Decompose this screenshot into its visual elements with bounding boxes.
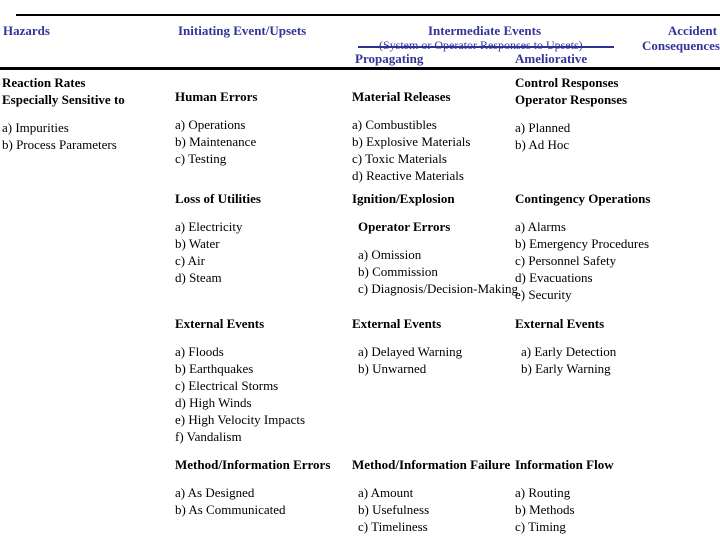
list-item: b) As Communicated [175,502,286,517]
list-item: b) Ad Hoc [515,137,570,152]
list-item: b) Early Warning [521,361,611,376]
column-header-hazards: Hazards [3,23,50,38]
block-subtitle: Operator Errors [358,219,451,234]
list-item: a) Routing [515,485,571,500]
block-title: Control Responses [515,75,619,90]
block-title: Material Releases [352,89,451,104]
column-propagating-block-1: Material Releases a) Combustibles b) Exp… [352,88,470,184]
header-top-rule [16,14,720,16]
column-initiating-events-block-4: Method/Information Errors a) As Designed… [175,456,330,518]
list-item: e) High Velocity Impacts [175,412,306,427]
block-title: Contingency Operations [515,191,651,206]
list-item: c) Electrical Storms [175,378,279,393]
block-title: Human Errors [175,89,258,104]
list-item: c) Air [175,253,205,268]
block-list: a) Operations b) Maintenance c) Testing [175,116,257,167]
list-item: c) Toxic Materials [352,151,447,166]
block-list: a) Impurities b) Process Parameters [2,119,125,153]
block-list: a) As Designed b) As Communicated [175,484,330,518]
list-item: d) Reactive Materials [352,168,464,183]
column-initiating-events-block-1: Human Errors a) Operations b) Maintenanc… [175,88,257,167]
column-propagating-block-2: Ignition/Explosion Operator Errors a) Om… [352,190,518,297]
block-title: External Events [352,316,442,331]
list-item: a) Electricity [175,219,243,234]
header-bottom-rule [0,67,720,70]
column-header-ameliorative: Ameliorative [515,51,588,66]
column-initiating-events-block-3: External Events a) Floods b) Earthquakes… [175,315,305,445]
block-title: Ignition/Explosion [352,191,455,206]
block-title: Loss of Utilities [175,191,261,206]
block-title: External Events [175,316,265,331]
list-item: c) Testing [175,151,227,166]
block-title: Method/Information Failure [352,457,511,472]
list-item: b) Maintenance [175,134,257,149]
list-item: b) Water [175,236,220,251]
block-list: a) Early Detection b) Early Warning [515,343,616,377]
block-title: Method/Information Errors [175,457,331,472]
list-item: a) Alarms [515,219,566,234]
column-ameliorative-block-4: Information Flow a) Routing b) Methods c… [515,456,614,535]
list-item: b) Emergency Procedures [515,236,650,251]
block-list: a) Floods b) Earthquakes c) Electrical S… [175,343,305,445]
list-item: a) Operations [175,117,246,132]
list-item: a) Impurities [2,120,69,135]
list-item: a) Floods [175,344,224,359]
list-item: f) Vandalism [175,429,242,444]
block-title: Information Flow [515,457,614,472]
block-list: a) Omission b) Commission c) Diagnosis/D… [352,246,518,297]
list-item: a) Amount [358,485,414,500]
block-title: Operator Responses [515,92,628,107]
list-item: a) Planned [515,120,571,135]
list-item: d) Evacuations [515,270,593,285]
column-propagating-block-4: Method/Information Failure a) Amount b) … [352,456,510,535]
list-item: c) Timeliness [358,519,428,534]
list-item: b) Usefulness [358,502,430,517]
column-ameliorative-block-1: Control Responses Operator Responses a) … [515,74,627,153]
list-item: b) Methods [515,502,575,517]
list-item: c) Diagnosis/Decision-Making [358,281,518,296]
block-list: a) Electricity b) Water c) Air d) Steam [175,218,261,286]
block-title: Reaction Rates [2,75,86,90]
table-sheet: Hazards Initiating Event/Upsets Intermed… [0,0,720,540]
column-hazards: Reaction Rates Especially Sensitive to a… [2,74,125,153]
list-item: d) High Winds [175,395,252,410]
column-propagating-block-3: External Events a) Delayed Warning b) Un… [352,315,462,377]
list-item: a) As Designed [175,485,255,500]
block-list: a) Alarms b) Emergency Procedures c) Per… [515,218,650,303]
column-ameliorative-block-3: External Events a) Early Detection b) Ea… [515,315,616,377]
block-list: a) Planned b) Ad Hoc [515,119,627,153]
list-item: c) Personnel Safety [515,253,617,268]
list-item: b) Process Parameters [2,137,117,152]
column-header-initiating-events: Initiating Event/Upsets [178,23,307,38]
list-item: e) Security [515,287,572,302]
block-list: a) Amount b) Usefulness c) Timeliness [352,484,510,535]
column-header-accident: Accident [667,23,717,38]
list-item: a) Delayed Warning [358,344,463,359]
list-item: a) Omission [358,247,422,262]
list-item: a) Early Detection [521,344,617,359]
list-item: b) Explosive Materials [352,134,471,149]
list-item: a) Combustibles [352,117,437,132]
column-header-consequences: Consequences [641,38,720,53]
block-title: External Events [515,316,605,331]
column-ameliorative-block-2: Contingency Operations a) Alarms b) Emer… [515,190,650,303]
block-list: a) Routing b) Methods c) Timing [515,484,614,535]
block-list: a) Delayed Warning b) Unwarned [352,343,462,377]
block-list: a) Combustibles b) Explosive Materials c… [352,116,470,184]
list-item: c) Timing [515,519,566,534]
list-item: b) Commission [358,264,438,279]
list-item: b) Unwarned [358,361,427,376]
list-item: d) Steam [175,270,222,285]
block-title: Especially Sensitive to [2,92,125,107]
list-item: b) Earthquakes [175,361,254,376]
column-header-propagating: Propagating [355,51,424,66]
column-initiating-events-block-2: Loss of Utilities a) Electricity b) Wate… [175,190,261,286]
